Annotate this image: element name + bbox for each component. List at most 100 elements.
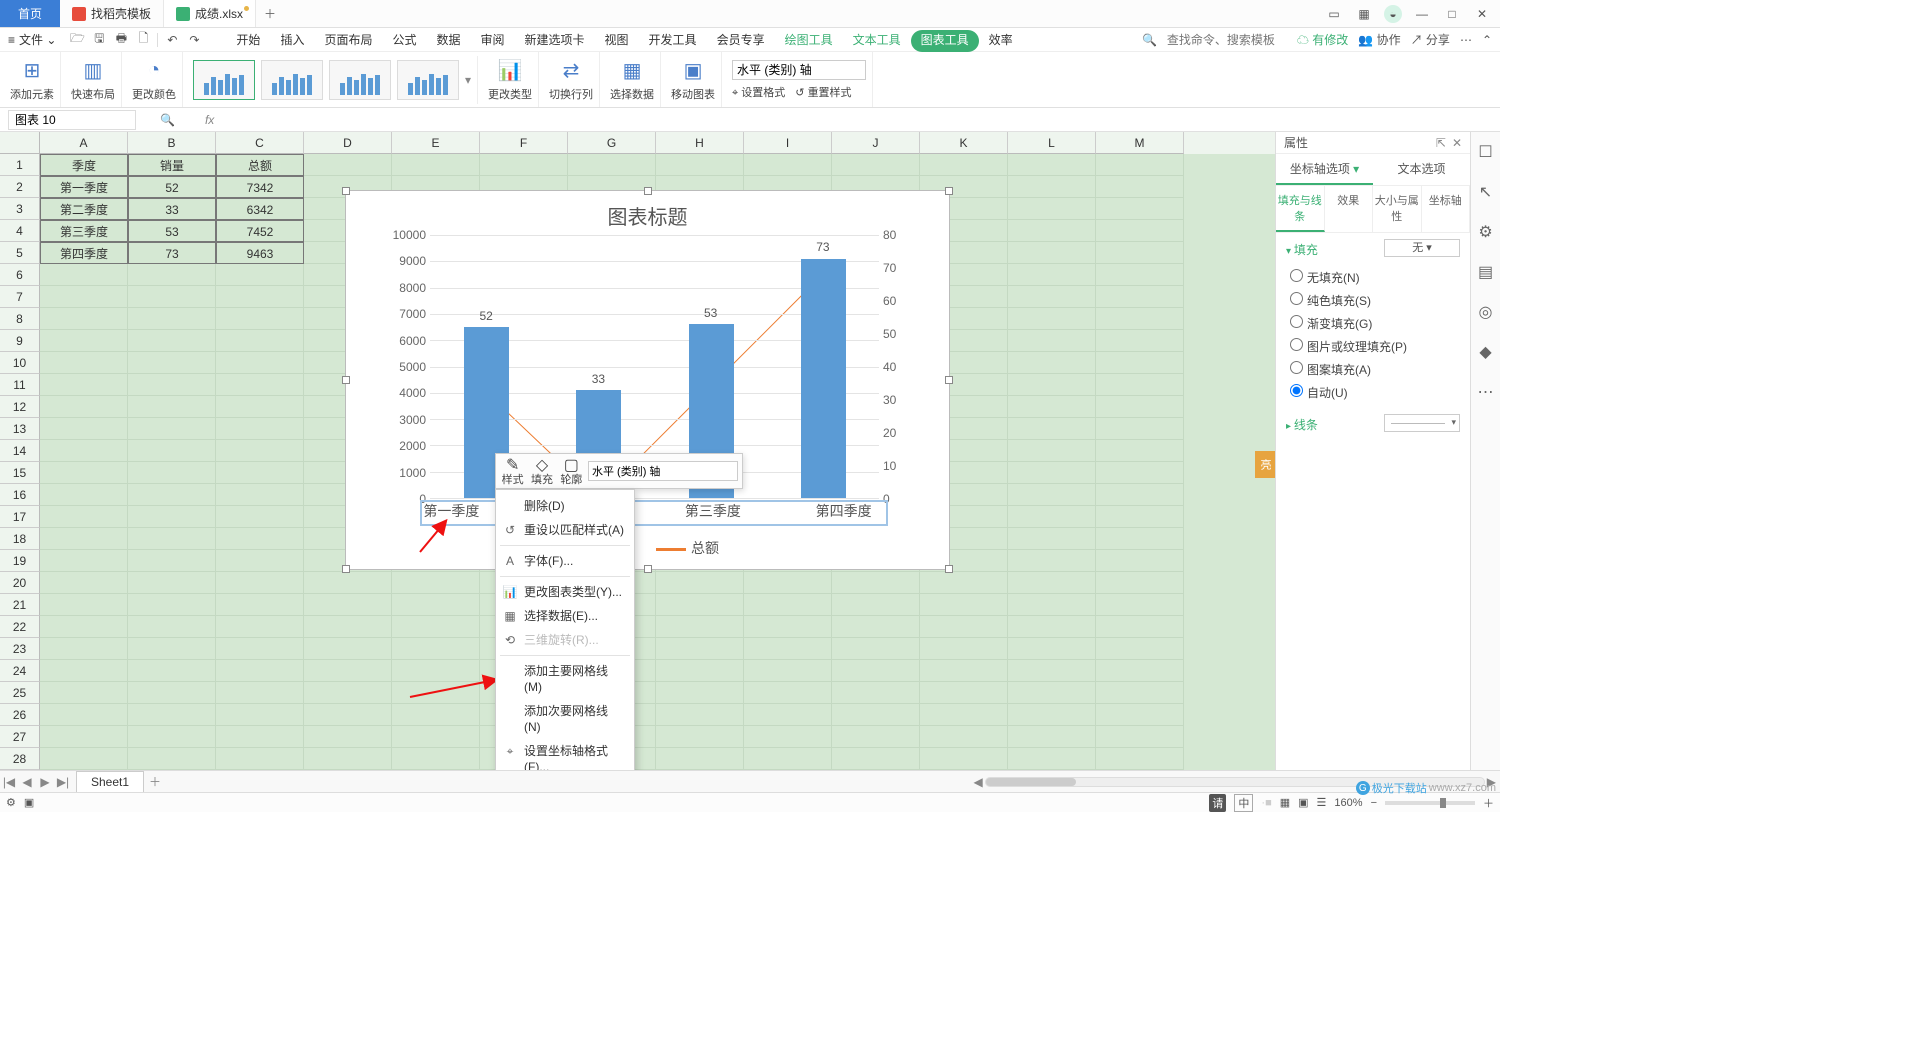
cell[interactable]: 9463 [216, 242, 304, 264]
cell[interactable]: 33 [128, 198, 216, 220]
mini-element-select[interactable] [588, 461, 738, 481]
col-header[interactable]: G [568, 132, 656, 154]
cell[interactable] [568, 154, 656, 176]
hscroll-left-icon[interactable]: ◀ [974, 775, 983, 789]
subtab-fill-line[interactable]: 填充与线条 [1276, 186, 1325, 232]
cell[interactable] [304, 704, 392, 726]
cell[interactable] [656, 748, 744, 770]
qat-redo-icon[interactable]: ↷ [183, 33, 205, 47]
row-header[interactable]: 5 [0, 242, 40, 264]
cell[interactable] [128, 286, 216, 308]
reset-style-btn[interactable]: ↺ 重置样式 [795, 84, 851, 100]
row-header[interactable]: 17 [0, 506, 40, 528]
chart-style-3[interactable] [329, 60, 391, 100]
cell[interactable] [216, 374, 304, 396]
ribbon-change-type[interactable]: 📊 更改类型 [482, 52, 539, 107]
cell[interactable] [1008, 374, 1096, 396]
side-settings-icon[interactable]: ⚙ [1478, 222, 1492, 242]
chart-object[interactable]: 图表标题 01000200030004000500060007000800090… [345, 190, 950, 570]
close-icon[interactable]: ✕ [1472, 7, 1492, 21]
cell[interactable] [744, 154, 832, 176]
status-setting-icon[interactable]: ⚙ [6, 796, 16, 809]
cell[interactable] [1096, 396, 1184, 418]
pin-icon[interactable]: ⇱ [1436, 136, 1446, 150]
tab-text-tool[interactable]: 文本工具 [843, 28, 911, 52]
cell[interactable] [304, 726, 392, 748]
name-box[interactable] [8, 110, 136, 130]
mini-outline-btn[interactable]: ▢轮廓 [559, 455, 584, 487]
cell[interactable] [128, 528, 216, 550]
cell[interactable] [128, 330, 216, 352]
col-header[interactable]: A [40, 132, 128, 154]
ribbon-quick-layout[interactable]: ▥ 快速布局 [65, 52, 122, 107]
ime-lang[interactable]: 请 [1209, 794, 1226, 812]
cell[interactable] [1008, 704, 1096, 726]
cell[interactable] [40, 550, 128, 572]
cell[interactable] [216, 550, 304, 572]
mini-fill-btn[interactable]: ◇填充 [529, 455, 554, 487]
cell[interactable] [128, 308, 216, 330]
prop-tab-text[interactable]: 文本选项 [1373, 154, 1470, 185]
cell[interactable] [216, 748, 304, 770]
cell[interactable] [1008, 484, 1096, 506]
cell[interactable] [1096, 748, 1184, 770]
row-header[interactable]: 2 [0, 176, 40, 198]
zoom-slider[interactable] [1385, 801, 1475, 805]
row-header[interactable]: 27 [0, 726, 40, 748]
row-header[interactable]: 14 [0, 440, 40, 462]
side-layers-icon[interactable]: ▤ [1478, 262, 1493, 282]
hamburger-icon[interactable]: ≡ [8, 33, 15, 47]
tab-insert[interactable]: 插入 [270, 28, 314, 52]
cell[interactable] [1096, 440, 1184, 462]
cell[interactable] [40, 528, 128, 550]
cell[interactable]: 73 [128, 242, 216, 264]
cell[interactable] [1096, 638, 1184, 660]
cell[interactable] [128, 594, 216, 616]
cell[interactable] [1008, 572, 1096, 594]
qat-save-icon[interactable]: 🖫 [88, 29, 110, 50]
cell[interactable] [1096, 528, 1184, 550]
cell[interactable]: 7342 [216, 176, 304, 198]
chart-element-select[interactable] [732, 60, 866, 80]
cell[interactable] [832, 748, 920, 770]
cell[interactable] [304, 154, 392, 176]
cell[interactable] [1008, 682, 1096, 704]
cell[interactable] [1008, 154, 1096, 176]
row-header[interactable]: 11 [0, 374, 40, 396]
zoom-in-icon[interactable]: ＋ [1483, 795, 1494, 811]
cell[interactable] [128, 748, 216, 770]
side-shield-icon[interactable]: ◆ [1479, 342, 1491, 362]
chart-style-1[interactable] [193, 60, 255, 100]
cell[interactable] [216, 682, 304, 704]
cell[interactable] [304, 748, 392, 770]
cell[interactable] [1008, 396, 1096, 418]
cell[interactable] [1096, 506, 1184, 528]
cell[interactable] [128, 352, 216, 374]
tab-plus[interactable]: ＋ [256, 0, 284, 27]
ribbon-add-element[interactable]: ⊞ 添加元素 [4, 52, 61, 107]
qat-open-icon[interactable]: 🗁 [66, 29, 88, 50]
cell[interactable] [1096, 660, 1184, 682]
fill-pic[interactable]: 图片或纹理填充(P) [1286, 335, 1460, 358]
row-header[interactable]: 21 [0, 594, 40, 616]
row-header[interactable]: 12 [0, 396, 40, 418]
cell[interactable] [128, 726, 216, 748]
cell[interactable] [40, 418, 128, 440]
cell[interactable] [1096, 176, 1184, 198]
cell[interactable] [1008, 176, 1096, 198]
y-axis-right[interactable]: 01020304050607080 [879, 235, 909, 499]
cell[interactable] [1096, 220, 1184, 242]
side-select-icon[interactable]: ☐ [1478, 142, 1492, 162]
row-header[interactable]: 25 [0, 682, 40, 704]
chart-style-2[interactable] [261, 60, 323, 100]
side-target-icon[interactable]: ◎ [1479, 302, 1493, 322]
col-header[interactable]: M [1096, 132, 1184, 154]
qat-undo-icon[interactable]: ↶ [161, 33, 183, 47]
cm-delete[interactable]: 删除(D) [496, 494, 634, 518]
cm-axis-format[interactable]: ⌖设置坐标轴格式(F)... [496, 739, 634, 770]
section-line[interactable]: 线条 ▾ [1286, 416, 1460, 433]
cell[interactable] [1096, 682, 1184, 704]
cell[interactable] [304, 638, 392, 660]
cell[interactable]: 6342 [216, 198, 304, 220]
row-header[interactable]: 24 [0, 660, 40, 682]
